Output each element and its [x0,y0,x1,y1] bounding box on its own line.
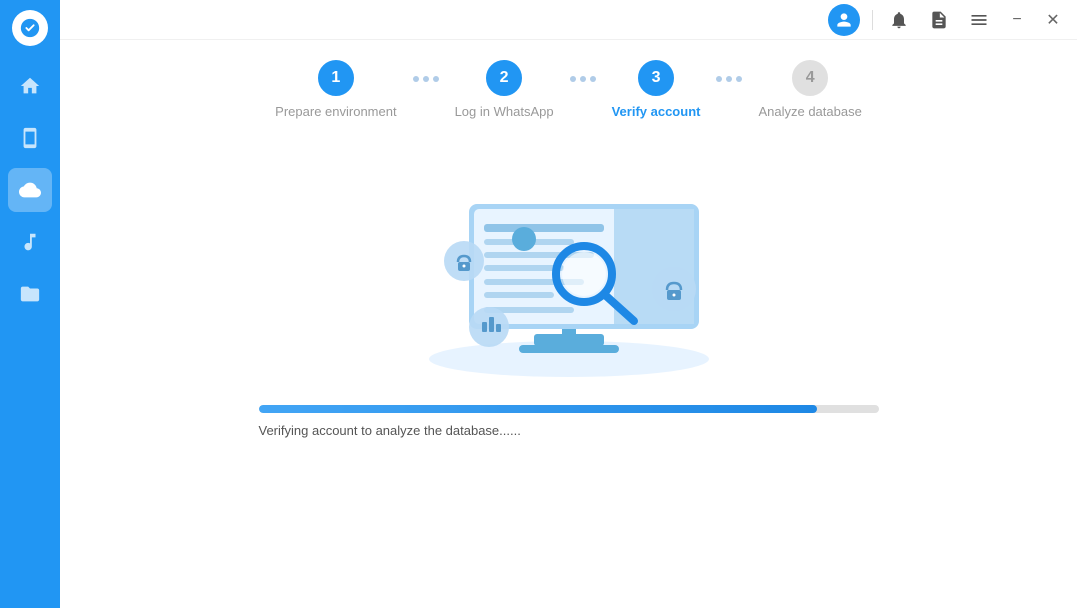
content-area: 1 Prepare environment 2 Log in WhatsApp [60,40,1077,608]
step-4-circle: 4 [792,60,828,96]
step-dots-2-3 [570,76,596,82]
sidebar-item-cloud[interactable] [8,168,52,212]
illustration [379,149,759,379]
dot [726,76,732,82]
dot [413,76,419,82]
dot [570,76,576,82]
step-2: 2 Log in WhatsApp [455,60,554,119]
progress-container: Verifying account to analyze the databas… [259,405,879,438]
step-2-label: Log in WhatsApp [455,104,554,119]
step-3: 3 Verify account [612,60,701,119]
sidebar [0,0,60,608]
stepper: 1 Prepare environment 2 Log in WhatsApp [100,60,1037,119]
progress-status-text: Verifying account to analyze the databas… [259,423,879,438]
progress-bar [259,405,879,413]
step-dots-1-2 [413,76,439,82]
step-4-label: Analyze database [758,104,861,119]
dot [716,76,722,82]
step-dots-3-4 [716,76,742,82]
step-3-circle: 3 [638,60,674,96]
app-logo[interactable] [12,10,48,46]
step-4: 4 Analyze database [758,60,861,119]
sidebar-item-home[interactable] [8,64,52,108]
dot [580,76,586,82]
step-3-label: Verify account [612,104,701,119]
dot [423,76,429,82]
progress-fill [259,405,817,413]
titlebar-separator [872,10,873,30]
close-button[interactable]: ✕ [1041,8,1065,32]
titlebar: − ✕ [60,0,1077,40]
dot [736,76,742,82]
user-avatar[interactable] [828,4,860,36]
menu-icon[interactable] [965,6,993,34]
step-1-label: Prepare environment [275,104,396,119]
sidebar-item-music[interactable] [8,220,52,264]
sidebar-item-folder[interactable] [8,272,52,316]
sidebar-item-device[interactable] [8,116,52,160]
dot [433,76,439,82]
document-icon[interactable] [925,6,953,34]
step-1: 1 Prepare environment [275,60,396,119]
dot [590,76,596,82]
minimize-button[interactable]: − [1005,8,1029,32]
main-panel: − ✕ 1 Prepare environment 2 [60,0,1077,608]
bell-icon[interactable] [885,6,913,34]
step-1-circle: 1 [318,60,354,96]
step-2-circle: 2 [486,60,522,96]
